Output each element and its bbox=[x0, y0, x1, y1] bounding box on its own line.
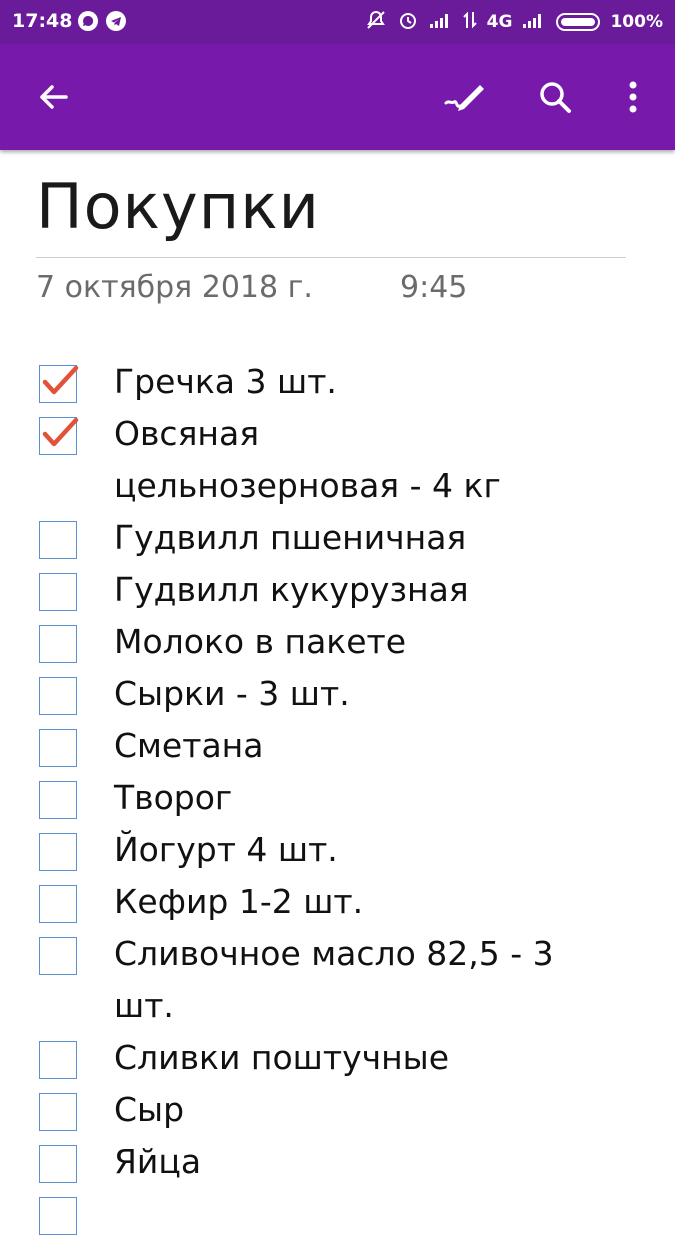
checklist: Гречка 3 шт. Овсяная цельнозерновая - 4 … bbox=[0, 356, 675, 1240]
list-item[interactable] bbox=[0, 1188, 675, 1240]
list-item[interactable]: Сыр bbox=[0, 1084, 675, 1136]
more-options-button[interactable] bbox=[608, 72, 658, 122]
checkbox[interactable] bbox=[39, 677, 77, 715]
list-item[interactable]: Сливочное масло 82,5 - 3 шт. bbox=[0, 928, 675, 1032]
battery-icon bbox=[556, 13, 601, 31]
app-bar bbox=[0, 44, 675, 150]
item-text[interactable]: Сыр bbox=[114, 1084, 554, 1136]
item-text[interactable]: Сметана bbox=[114, 720, 554, 772]
item-text[interactable]: Овсяная цельнозерновая - 4 кг bbox=[114, 408, 554, 512]
list-item[interactable]: Творог bbox=[0, 772, 675, 824]
search-button[interactable] bbox=[530, 72, 580, 122]
item-text[interactable]: Гречка 3 шт. bbox=[114, 356, 554, 408]
item-text[interactable]: Гудвилл кукурузная bbox=[114, 564, 554, 616]
alarm-icon bbox=[397, 9, 419, 36]
arrow-back-icon bbox=[40, 85, 68, 109]
status-bar: 17:48 4G 100% bbox=[0, 0, 675, 44]
list-item[interactable]: Кефир 1-2 шт. bbox=[0, 876, 675, 928]
list-item[interactable]: Йогурт 4 шт. bbox=[0, 824, 675, 876]
back-button[interactable] bbox=[28, 72, 78, 122]
item-text[interactable]: Яйца bbox=[114, 1136, 554, 1188]
item-text[interactable]: Кефир 1-2 шт. bbox=[114, 876, 554, 928]
list-item[interactable]: Сырки - 3 шт. bbox=[0, 668, 675, 720]
checkbox[interactable] bbox=[39, 573, 77, 611]
page-time: 9:45 bbox=[400, 270, 468, 305]
list-item[interactable]: Гречка 3 шт. bbox=[0, 356, 675, 408]
item-text[interactable]: Молоко в пакете bbox=[114, 616, 554, 668]
item-text[interactable]: Сливочное масло 82,5 - 3 шт. bbox=[114, 928, 554, 1032]
page-meta: 7 октября 2018 г. 9:45 bbox=[36, 270, 467, 305]
signal-icon bbox=[429, 11, 453, 34]
page-date: 7 октября 2018 г. bbox=[36, 270, 313, 305]
item-text[interactable]: Сырки - 3 шт. bbox=[114, 668, 554, 720]
mute-icon bbox=[365, 9, 387, 36]
list-item[interactable]: Молоко в пакете bbox=[0, 616, 675, 668]
list-item[interactable]: Гудвилл кукурузная bbox=[0, 564, 675, 616]
telegram-icon bbox=[106, 11, 126, 31]
page-title[interactable]: Покупки bbox=[36, 170, 320, 243]
title-divider bbox=[36, 257, 626, 258]
list-item[interactable]: Сливки поштучные bbox=[0, 1032, 675, 1084]
checkbox[interactable] bbox=[39, 729, 77, 767]
more-vertical-icon bbox=[629, 81, 637, 113]
battery-level: 100% bbox=[610, 12, 663, 32]
search-icon bbox=[540, 82, 571, 113]
list-item[interactable]: Сметана bbox=[0, 720, 675, 772]
checkbox[interactable] bbox=[39, 417, 79, 455]
item-text[interactable]: Гудвилл пшеничная bbox=[114, 512, 554, 564]
check-mark-icon bbox=[42, 365, 79, 395]
list-item[interactable]: Овсяная цельнозерновая - 4 кг bbox=[0, 408, 675, 512]
item-text[interactable]: Творог bbox=[114, 772, 554, 824]
checkbox[interactable] bbox=[39, 1197, 77, 1235]
checkbox[interactable] bbox=[39, 1145, 77, 1183]
checkbox[interactable] bbox=[39, 885, 77, 923]
checkbox[interactable] bbox=[39, 833, 77, 871]
checkbox[interactable] bbox=[39, 365, 79, 403]
list-item[interactable]: Яйца bbox=[0, 1136, 675, 1188]
whatsapp-icon bbox=[78, 11, 98, 31]
status-time: 17:48 bbox=[12, 10, 73, 32]
item-text[interactable]: Сливки поштучные bbox=[114, 1032, 554, 1084]
checkbox[interactable] bbox=[39, 781, 77, 819]
checkbox[interactable] bbox=[39, 1093, 77, 1131]
network-type: 4G bbox=[486, 12, 513, 32]
pen-draw-icon bbox=[444, 85, 484, 111]
check-mark-icon bbox=[42, 417, 79, 447]
item-text[interactable]: Йогурт 4 шт. bbox=[114, 824, 554, 876]
list-item[interactable]: Гудвилл пшеничная bbox=[0, 512, 675, 564]
checkbox[interactable] bbox=[39, 625, 77, 663]
status-indicators: 4G 100% bbox=[365, 0, 663, 44]
checkbox[interactable] bbox=[39, 521, 77, 559]
checkbox[interactable] bbox=[39, 1041, 77, 1079]
checkbox[interactable] bbox=[39, 937, 77, 975]
signal-icon-2 bbox=[522, 11, 546, 34]
data-transfer-icon bbox=[462, 10, 477, 35]
draw-button[interactable] bbox=[440, 72, 490, 122]
